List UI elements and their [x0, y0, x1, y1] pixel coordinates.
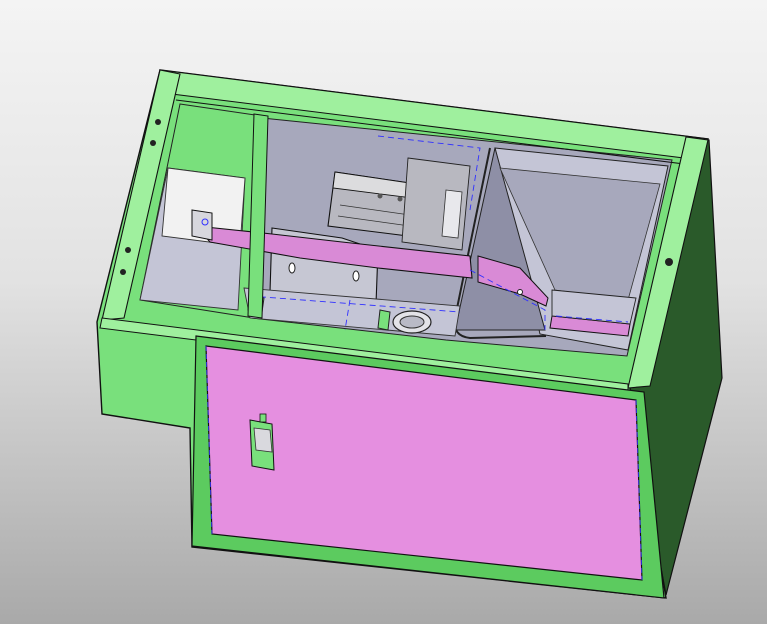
- cross-bracket-end: [191, 209, 213, 241]
- mount-hole: [150, 140, 156, 146]
- mount-hole: [665, 258, 673, 266]
- bolt: [377, 193, 383, 199]
- small-green-clip: [377, 309, 391, 331]
- mount-hole: [125, 247, 131, 253]
- cad-viewport[interactable]: [0, 0, 767, 624]
- bolt: [397, 196, 403, 202]
- mount-hole: [120, 269, 126, 275]
- mount-hole: [155, 119, 161, 125]
- enclosure-model[interactable]: [0, 0, 767, 624]
- rail-slot: [441, 189, 463, 239]
